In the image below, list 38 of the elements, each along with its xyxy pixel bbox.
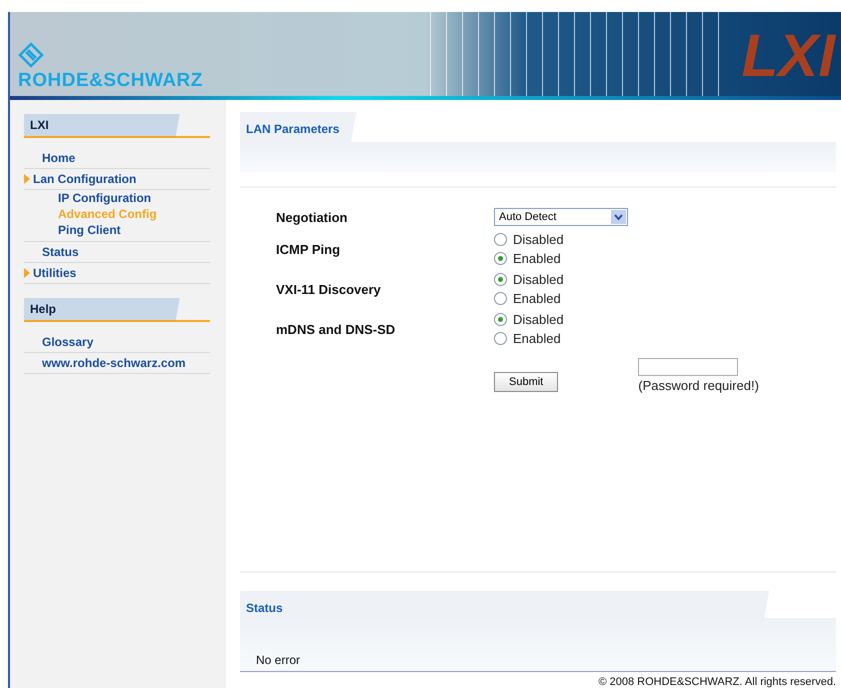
radio-button[interactable] (494, 292, 507, 305)
radio-button[interactable] (494, 313, 507, 326)
setting-label: ICMP Ping (276, 242, 342, 256)
submit-button[interactable]: Submit (494, 372, 558, 392)
radio-label: Enabled (513, 251, 561, 266)
setting-label: VXI-11 Discovery (276, 282, 382, 296)
radio-label: Enabled (513, 331, 561, 346)
radio-label: Disabled (513, 272, 564, 287)
diamond-logo-icon (18, 42, 44, 68)
sidebar-link[interactable]: www.rohde-schwarz.com (24, 356, 186, 370)
sidebar-link[interactable]: Utilities (33, 266, 76, 280)
caret-icon (611, 210, 626, 224)
triangle-icon (24, 174, 30, 184)
copyright-text: © 2008 ROHDE&SCHWARZ. All rights reserved. (598, 676, 836, 688)
radio-label: Enabled (513, 291, 561, 306)
negotiation-dropdown[interactable]: Auto Detect (494, 208, 628, 226)
radio-button[interactable] (494, 252, 507, 265)
triangle-icon (24, 268, 30, 278)
sidebar-section-title: Help (24, 298, 210, 322)
sidebar-section-title: LXI (24, 114, 210, 138)
radio-button[interactable] (494, 233, 507, 246)
radio-button[interactable] (494, 332, 507, 345)
lxi-logo: LXI (742, 26, 835, 86)
setting-label: mDNS and DNS-SD (276, 322, 396, 336)
sidebar-link[interactable]: Home (24, 151, 76, 165)
sidebar-link[interactable]: Glossary (24, 335, 94, 349)
radio-button[interactable] (494, 273, 507, 286)
sidebar-sublink[interactable]: Ping Client (58, 223, 121, 237)
setting-label: Negotiation (276, 210, 348, 224)
sidebar-sublink[interactable]: IP Configuration (58, 191, 152, 205)
sidebar-link[interactable]: Lan Configuration (33, 172, 136, 186)
status-message: No error (255, 653, 302, 669)
radio-label: Disabled (513, 312, 564, 327)
password-field[interactable] (638, 358, 738, 376)
radio-label: Disabled (513, 232, 564, 247)
company-logo-text: ROHDE&SCHWARZ (18, 70, 203, 92)
password-note: (Password required!) (638, 378, 759, 393)
sidebar-link[interactable]: Status (24, 245, 79, 259)
